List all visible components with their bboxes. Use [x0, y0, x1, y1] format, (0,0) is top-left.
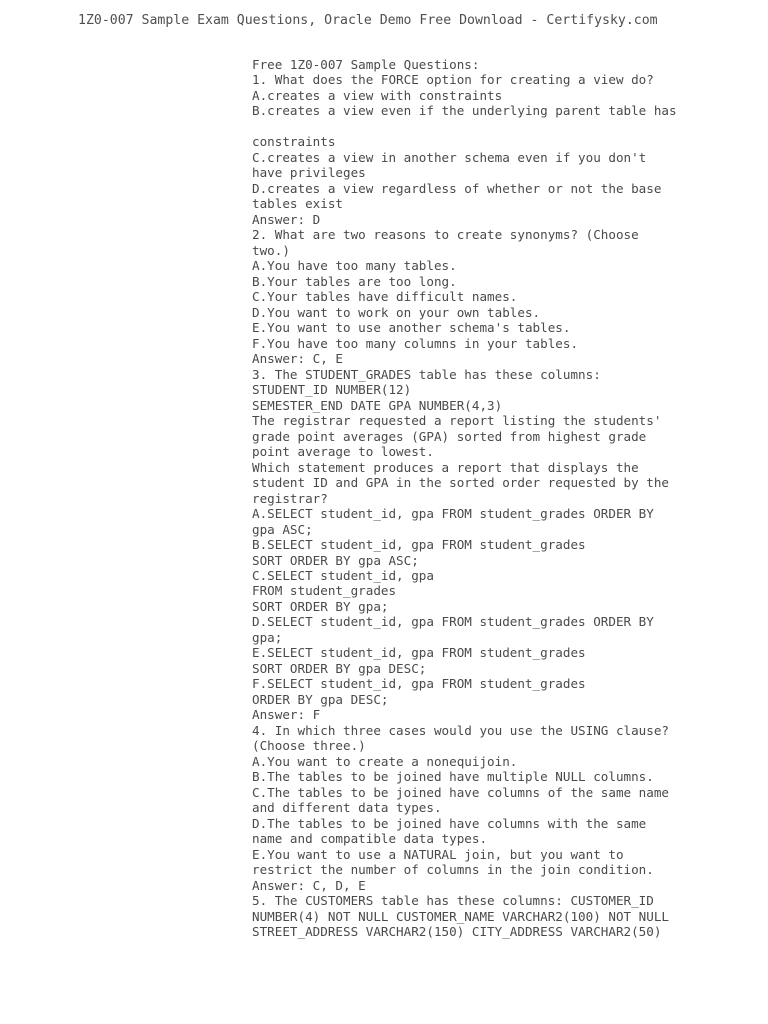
document-line: C.Your tables have difficult names. [252, 289, 518, 305]
document-line: ORDER BY gpa DESC; [252, 691, 389, 707]
document-line: D.creates a view regardless of whether o… [252, 180, 662, 196]
document-line: E.You want to use another schema's table… [252, 320, 571, 336]
document-line: D.You want to work on your own tables. [252, 304, 541, 320]
document-line: NUMBER(4) NOT NULL CUSTOMER_NAME VARCHAR… [252, 908, 670, 924]
document-line: registrar? [252, 490, 328, 506]
document-body-text: Free 1Z0-007 Sample Questions: 1. What do… [252, 57, 684, 940]
document-line: C.creates a view in another schema even … [252, 149, 647, 165]
document-line: tables exist [252, 196, 343, 212]
document-line: Answer: C, E [252, 351, 343, 367]
document-line: STREET_ADDRESS VARCHAR2(150) CITY_ADDRES… [252, 924, 662, 940]
document-line: A.You have too many tables. [252, 258, 457, 274]
document-line: Answer: D [252, 211, 321, 227]
document-line: 2. What are two reasons to create synony… [252, 227, 639, 243]
document-line: C.SELECT student_id, gpa [252, 567, 434, 583]
document-line: restrict the number of columns in the jo… [252, 862, 654, 878]
document-line: constraints [252, 134, 336, 150]
document-line: 4. In which three cases would you use th… [252, 722, 670, 738]
document-line: The registrar requested a report listing… [252, 413, 662, 429]
document-line: 3. The STUDENT_GRADES table has these co… [252, 366, 601, 382]
document-line: Answer: C, D, E [252, 877, 366, 893]
document-line: point average to lowest. [252, 444, 434, 460]
document-line: F.SELECT student_id, gpa FROM student_gr… [252, 676, 586, 692]
document-line: Which statement produces a report that d… [252, 459, 639, 475]
document-line: E.SELECT student_id, gpa FROM student_gr… [252, 645, 586, 661]
document-line: student ID and GPA in the sorted order r… [252, 475, 670, 491]
document-line: gpa ASC; [252, 521, 313, 537]
document-line: A.You want to create a nonequijoin. [252, 753, 518, 769]
document-line: gpa; [252, 629, 283, 645]
document-line: C.The tables to be joined have columns o… [252, 784, 670, 800]
document-line: FROM student_grades [252, 583, 397, 599]
document-line: Free 1Z0-007 Sample Questions: [252, 57, 480, 72]
document-line: and different data types. [252, 800, 442, 816]
document-line: SORT ORDER BY gpa ASC; [252, 552, 419, 568]
document-line: SORT ORDER BY gpa DESC; [252, 660, 427, 676]
document-line: A.SELECT student_id, gpa FROM student_gr… [252, 506, 654, 522]
document-line: D.The tables to be joined have columns w… [252, 815, 647, 831]
running-header: 1Z0-007 Sample Exam Questions, Oracle De… [78, 13, 658, 28]
document-line: B.The tables to be joined have multiple … [252, 769, 654, 785]
document-line: 5. The CUSTOMERS table has these columns… [252, 893, 654, 909]
document-line: SEMESTER_END DATE GPA NUMBER(4,3) [252, 397, 503, 413]
document-line: B.Your tables are too long. [252, 273, 457, 289]
document-line: 1. What does the FORCE option for creati… [252, 72, 654, 88]
document-line: two.) [252, 242, 290, 258]
document-line: grade point averages (GPA) sorted from h… [252, 428, 647, 444]
document-line: B.creates a view even if the underlying … [252, 103, 677, 119]
document-line: Answer: F [252, 707, 321, 723]
document-line: B.SELECT student_id, gpa FROM student_gr… [252, 537, 586, 553]
document-line: SORT ORDER BY gpa; [252, 598, 389, 614]
document-line: A.creates a view with constraints [252, 87, 503, 103]
document-line: (Choose three.) [252, 738, 366, 754]
document-line: name and compatible data types. [252, 831, 488, 847]
document-line: E.You want to use a NATURAL join, but yo… [252, 846, 624, 862]
document-line: F.You have too many columns in your tabl… [252, 335, 579, 351]
document-page: 1Z0-007 Sample Exam Questions, Oracle De… [0, 0, 768, 1024]
document-line: D.SELECT student_id, gpa FROM student_gr… [252, 614, 654, 630]
document-line: STUDENT_ID NUMBER(12) [252, 382, 412, 398]
document-line: have privileges [252, 165, 366, 181]
